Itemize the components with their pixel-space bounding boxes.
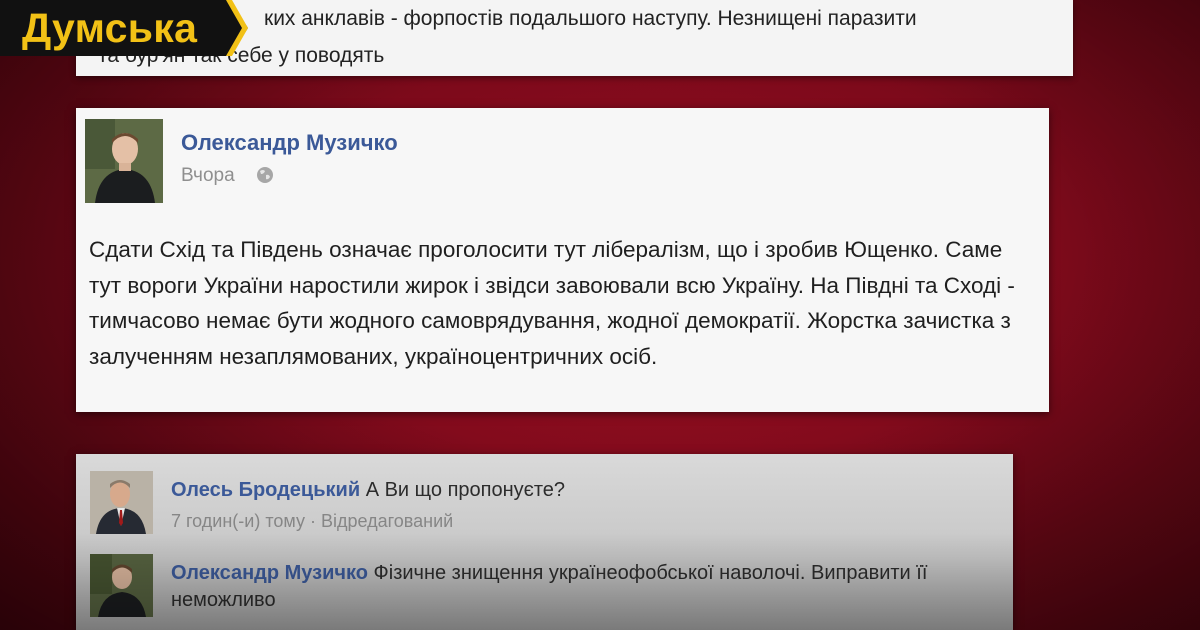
post-body-text: Сдати Схід та Південь означає проголосит… bbox=[89, 237, 1015, 369]
person-photo-icon bbox=[85, 119, 163, 203]
comment-text: Олесь Бродецький А Ви що пропонуєте? bbox=[171, 477, 1001, 504]
post-author-link[interactable]: Олександр Музичко bbox=[181, 130, 398, 156]
globe-icon bbox=[257, 167, 273, 183]
comment-text: Олександр Музичко Фізичне знищення украї… bbox=[171, 560, 1001, 614]
main-post-card: Олександр Музичко Вчора Сдати Схід та Пі… bbox=[76, 108, 1049, 412]
avatar[interactable] bbox=[85, 119, 163, 203]
post-timestamp[interactable]: Вчора bbox=[181, 165, 235, 187]
brand-name: Думська bbox=[22, 5, 198, 51]
comment-meta[interactable]: 7 годин(-и) тому · Відредагований bbox=[171, 511, 453, 532]
person-photo-icon bbox=[90, 471, 153, 534]
avatar[interactable] bbox=[90, 471, 153, 534]
comment-body: А Ви що пропонуєте? bbox=[365, 479, 566, 501]
comment-author-link[interactable]: Олександр Музичко bbox=[171, 562, 368, 584]
person-photo-icon bbox=[90, 554, 153, 617]
comment-author-link[interactable]: Олесь Бродецький bbox=[171, 479, 360, 501]
brand-logo[interactable]: Думська bbox=[0, 0, 248, 56]
previous-post-text-line: ких анклавів - форпостів подальшого наст… bbox=[264, 7, 917, 30]
avatar[interactable] bbox=[90, 554, 153, 617]
comments-section: Олесь Бродецький А Ви що пропонуєте? 7 г… bbox=[76, 454, 1013, 630]
